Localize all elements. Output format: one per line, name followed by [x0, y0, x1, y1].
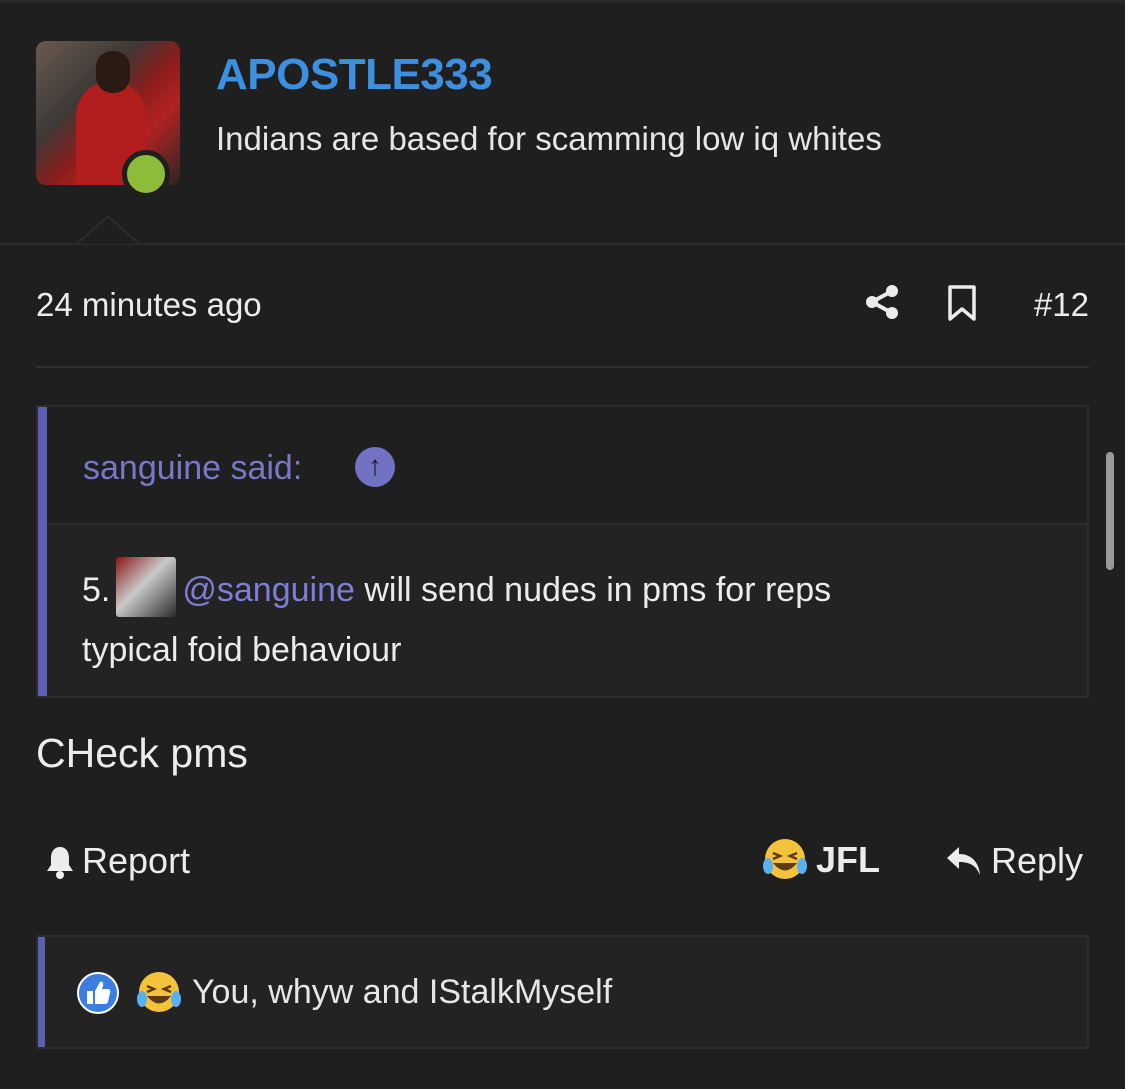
quote-block: sanguine said: ↑ 5. @sanguine will send n… — [36, 405, 1089, 698]
reactions-accent-bar — [38, 937, 45, 1047]
quote-accent-bar — [38, 407, 47, 696]
username-link[interactable]: APOSTLE333 — [216, 50, 493, 100]
quote-content: 5. @sanguine will send nudes in pms for r… — [82, 557, 1067, 680]
laughing-crying-emoji-icon — [763, 839, 807, 879]
online-status-indicator — [122, 150, 170, 198]
reply-label: Reply — [990, 840, 1083, 881]
user-title: Indians are based for scamming low iq wh… — [216, 120, 882, 157]
reaction-summary[interactable]: You, whyw and IStalkMyself — [192, 973, 612, 1012]
jump-to-quote-icon[interactable]: ↑ — [355, 447, 395, 487]
reply-button[interactable]: Reply — [945, 840, 1083, 882]
report-button[interactable]: Report — [44, 840, 190, 882]
avatar-head — [96, 51, 130, 93]
post-actions: Report JFL Reply — [36, 836, 1089, 892]
bookmark-icon[interactable] — [946, 284, 978, 322]
mention-link[interactable]: @sanguine — [182, 571, 355, 609]
jfl-reaction-button[interactable]: JFL — [762, 836, 880, 882]
quote-list-number: 5. — [82, 571, 111, 609]
bell-icon — [47, 847, 73, 879]
quote-line2-text: typical foid behaviour — [82, 631, 402, 669]
like-icon — [77, 972, 119, 1014]
post-meta: 24 minutes ago #12 — [36, 280, 1089, 334]
reactions-bar[interactable]: You, whyw and IStalkMyself — [36, 935, 1089, 1049]
post-message: CHeck pms — [36, 730, 248, 776]
report-label: Report — [82, 840, 191, 881]
mention-avatar — [116, 557, 177, 617]
quote-author-link[interactable]: sanguine said: — [83, 449, 302, 488]
post-number-link[interactable]: #12 — [1034, 286, 1089, 324]
quote-header: sanguine said: ↑ — [47, 407, 1087, 525]
quote-line1-text: will send nudes in pms for reps — [354, 571, 832, 609]
jfl-label: JFL — [816, 839, 881, 880]
reply-arrow-icon — [946, 847, 980, 875]
post-timestamp[interactable]: 24 minutes ago — [36, 286, 262, 324]
share-icon[interactable] — [864, 284, 900, 320]
scrollbar-thumb[interactable] — [1106, 452, 1114, 570]
meta-divider — [36, 366, 1089, 368]
laughing-crying-emoji-icon — [137, 972, 181, 1012]
